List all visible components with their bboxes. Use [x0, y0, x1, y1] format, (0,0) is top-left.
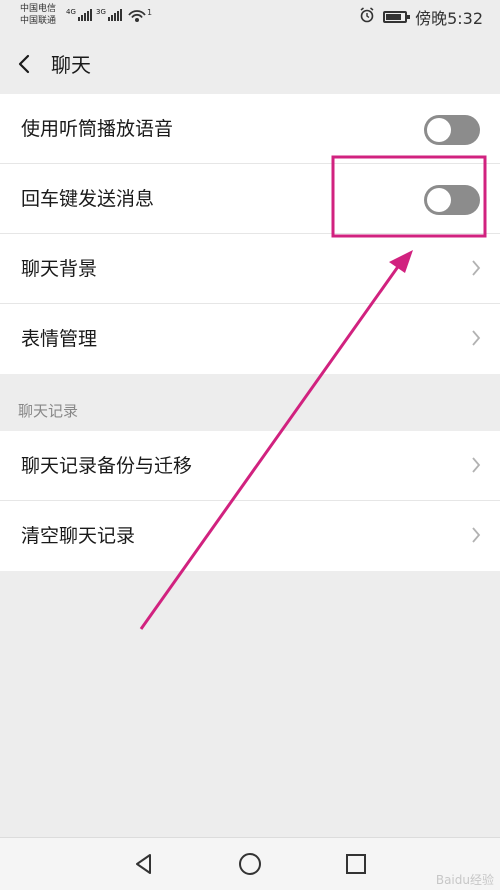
chevron-right-icon [472, 330, 481, 346]
settings-group: 使用听筒播放语音 回车键发送消息 聊天背景 表情管理 [0, 94, 500, 374]
signal-icon: 3G [96, 9, 122, 21]
setting-label: 回车键发送消息 [21, 188, 155, 210]
status-right: 傍晚5:32 [359, 7, 483, 28]
chevron-right-icon [472, 457, 481, 473]
page-title: 聊天 [51, 53, 91, 77]
enter-send-toggle[interactable] [424, 185, 480, 215]
battery-icon [383, 11, 411, 23]
toggle-knob [427, 188, 451, 212]
back-arrow-icon[interactable] [14, 50, 38, 78]
carrier-1: 中国电信 [20, 4, 57, 14]
setting-label: 聊天背景 [21, 258, 98, 280]
setting-row-clear-history[interactable]: 清空聊天记录 [0, 501, 500, 571]
back-triangle-icon[interactable] [130, 850, 158, 878]
chat-records-group: 聊天记录备份与迁移 清空聊天记录 [0, 431, 500, 571]
home-circle-icon[interactable] [236, 850, 264, 878]
earpiece-toggle[interactable] [424, 115, 480, 145]
chevron-right-icon [472, 527, 481, 543]
carrier-2: 中国联通 [20, 16, 57, 26]
setting-row-earpiece[interactable]: 使用听筒播放语音 [0, 94, 500, 164]
setting-row-chat-background[interactable]: 聊天背景 [0, 234, 500, 304]
setting-row-emoji-management[interactable]: 表情管理 [0, 304, 500, 374]
recents-square-icon[interactable] [342, 850, 370, 878]
setting-row-enter-send[interactable]: 回车键发送消息 [0, 164, 500, 234]
setting-label: 聊天记录备份与迁移 [21, 455, 193, 477]
header: 聊天 [0, 34, 500, 94]
setting-label: 表情管理 [21, 328, 98, 350]
wifi-badge: 1 [147, 8, 152, 17]
toggle-knob [427, 118, 451, 142]
status-time: 傍晚5:32 [415, 9, 483, 28]
signal-icon: 4G [66, 9, 92, 21]
watermark: Baidu经验 [435, 873, 494, 887]
network-type-1: 4G [66, 8, 76, 16]
system-nav-bar: Baidu经验 [0, 837, 500, 890]
alarm-icon [359, 7, 375, 27]
status-bar: 中国电信 中国联通 4G 3G 1 傍晚5:32 [0, 0, 500, 34]
setting-label: 清空聊天记录 [21, 525, 136, 547]
chevron-right-icon [472, 260, 481, 276]
carrier-info: 中国电信 中国联通 [20, 3, 56, 27]
section-title-chat-records: 聊天记录 [18, 402, 79, 420]
network-type-2: 3G [96, 8, 106, 16]
setting-label: 使用听筒播放语音 [21, 118, 174, 140]
setting-row-backup-migrate[interactable]: 聊天记录备份与迁移 [0, 431, 500, 501]
wifi-icon: 1 [127, 7, 153, 29]
